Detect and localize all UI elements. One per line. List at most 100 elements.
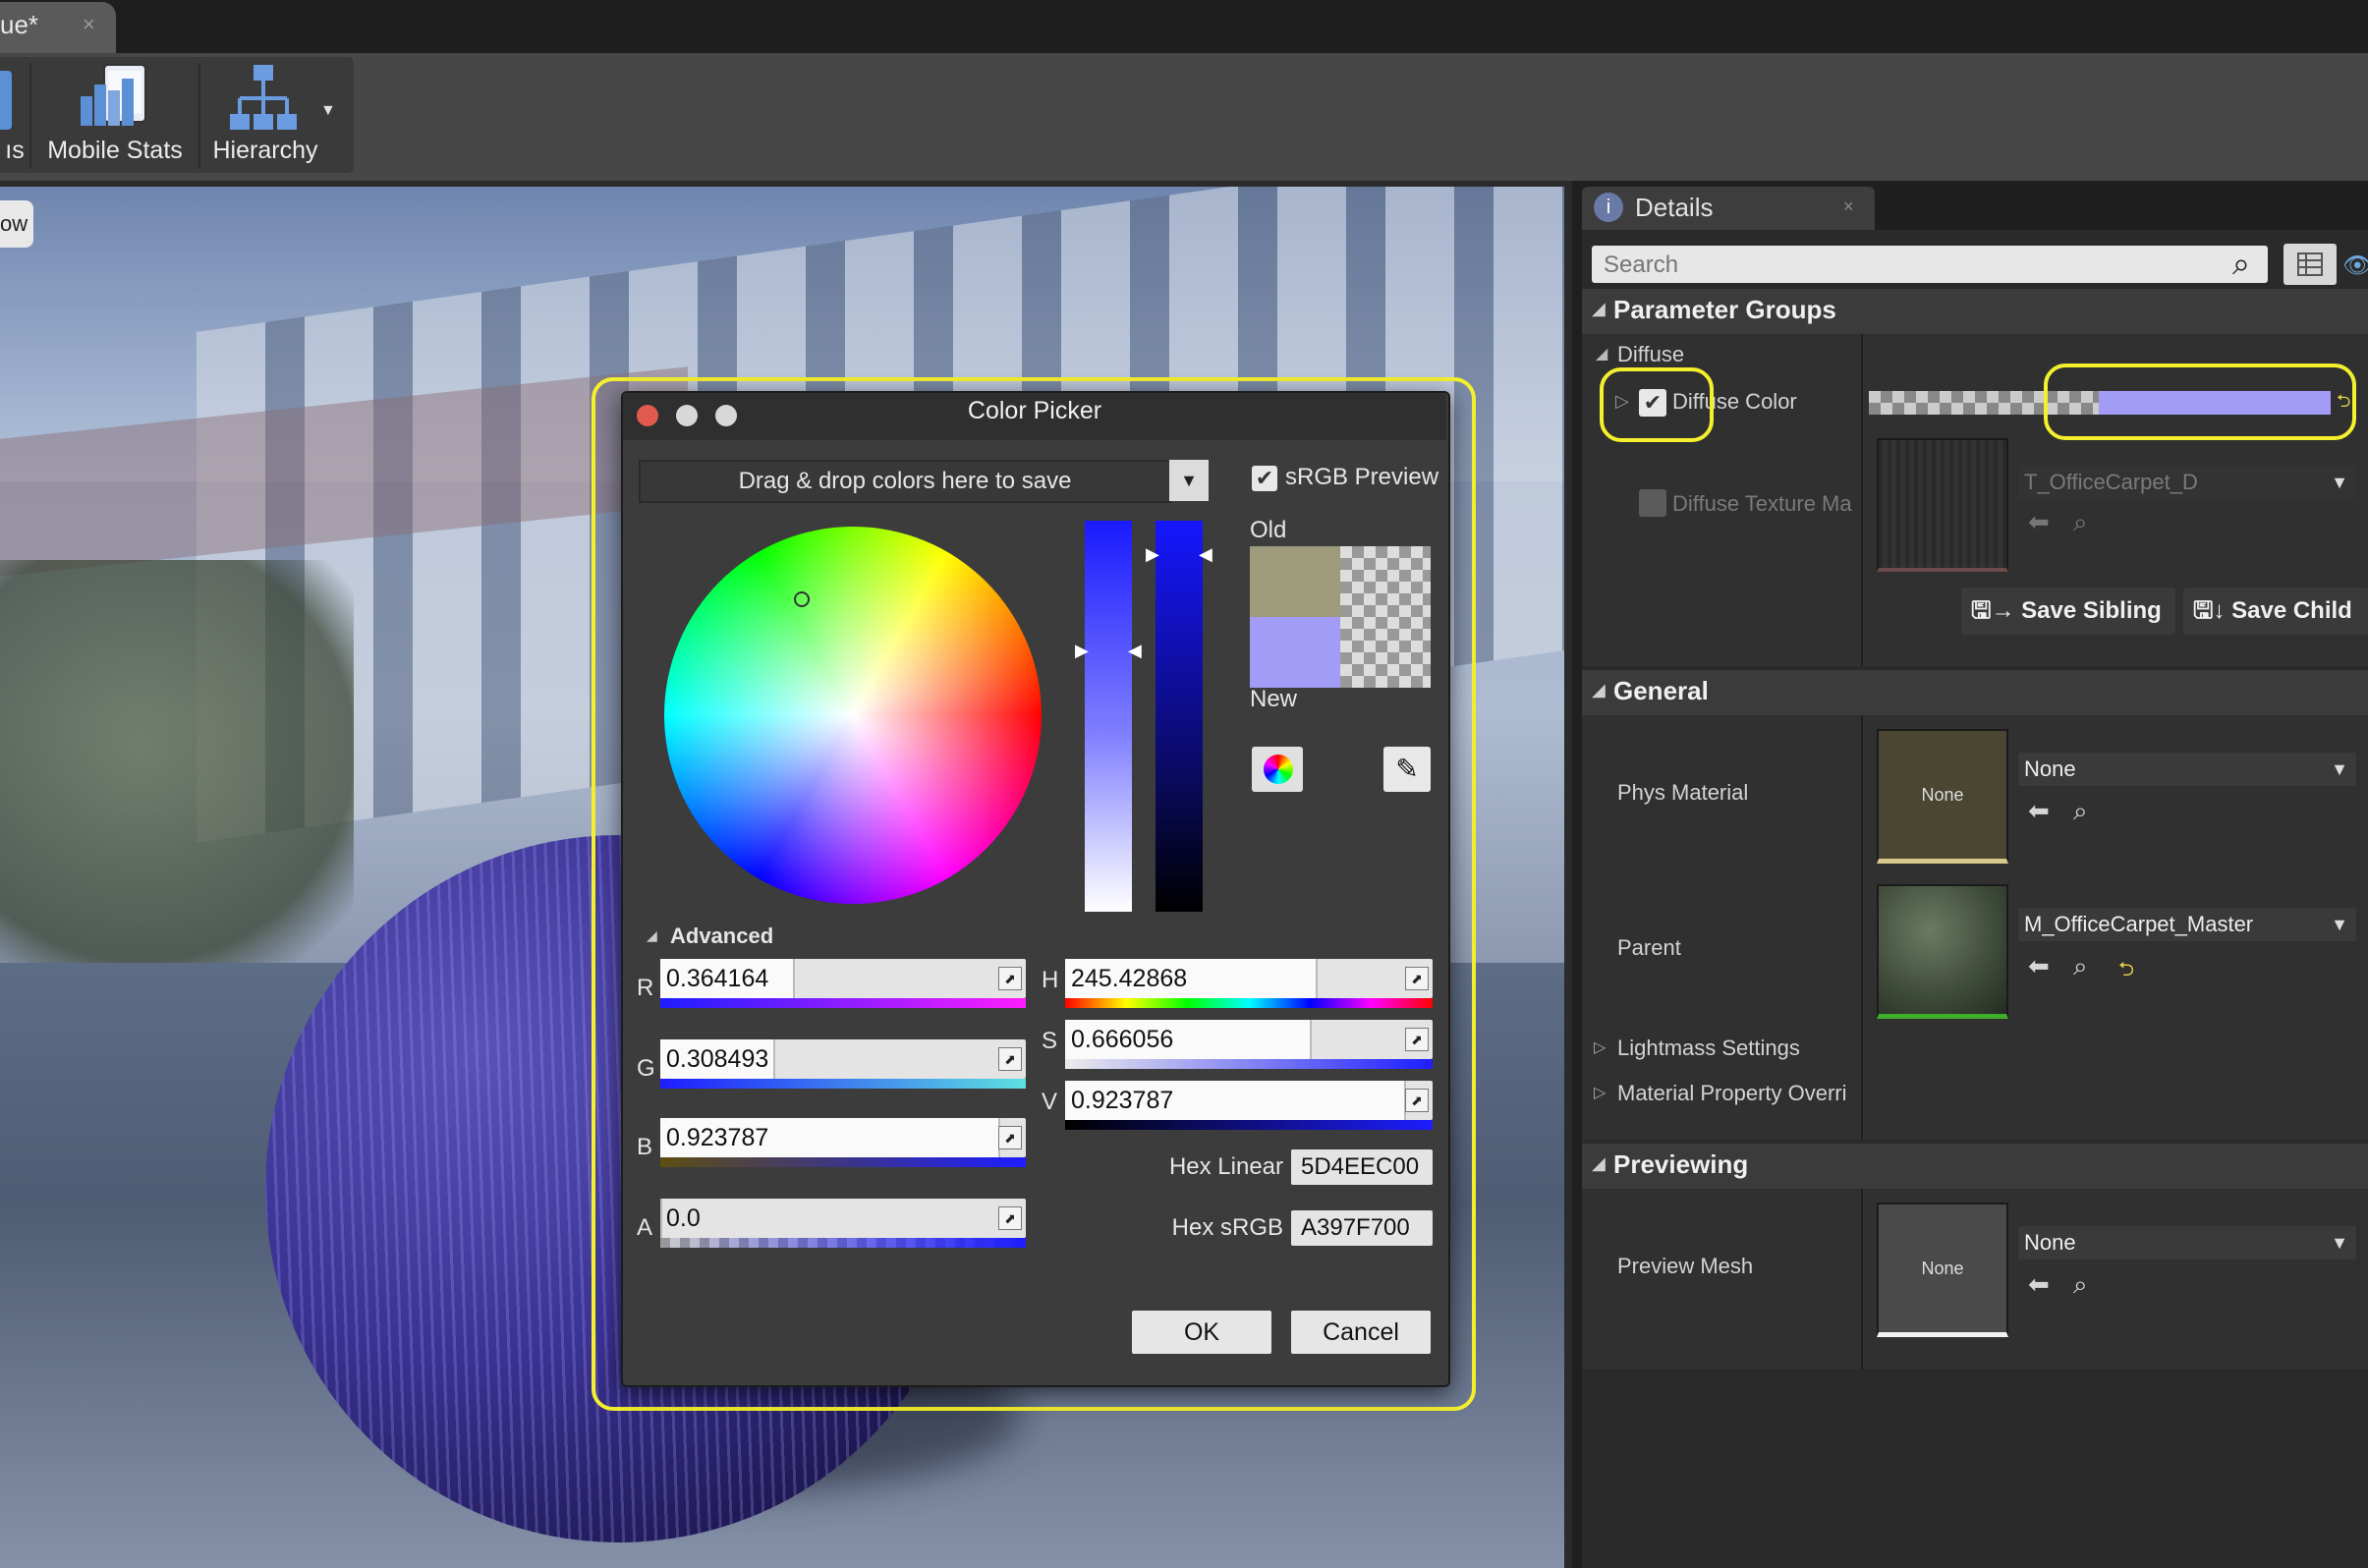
expand-arrow-icon[interactable]: ▷ xyxy=(1594,1037,1606,1057)
material-property-overrides-label[interactable]: Material Property Overri xyxy=(1617,1081,1857,1106)
use-selected-arrow-icon[interactable]: ⬅ xyxy=(2028,796,2050,826)
column-divider xyxy=(1861,1189,1863,1370)
srgb-preview-label: sRGB Preview xyxy=(1285,464,1439,490)
drag-handle-icon[interactable]: ⬈ xyxy=(1405,1028,1429,1051)
document-tab-label: ue* xyxy=(0,10,39,39)
eyedropper-button[interactable]: ✎ xyxy=(1383,747,1431,792)
hex-linear-label: Hex Linear xyxy=(1168,1153,1283,1180)
use-selected-arrow-icon[interactable]: ⬅ xyxy=(2028,1269,2050,1300)
viewport-tree xyxy=(0,560,354,1032)
cancel-button[interactable]: Cancel xyxy=(1291,1311,1431,1354)
browse-icon[interactable]: ⌕ xyxy=(2073,951,2088,982)
phys-material-thumbnail[interactable]: None xyxy=(1877,729,2008,864)
red-channel-gradient xyxy=(660,998,1026,1008)
hex-srgb-label: Hex sRGB xyxy=(1171,1214,1283,1241)
hex-srgb-value: A397F700 xyxy=(1301,1214,1410,1241)
hex-srgb-field[interactable]: A397F700 xyxy=(1291,1210,1433,1246)
parent-combo[interactable]: M_OfficeCarpet_Master ▼ xyxy=(2018,908,2356,941)
alpha-channel-field[interactable]: 0.0 ⬈ xyxy=(660,1199,1026,1238)
drag-handle-icon[interactable]: ⬈ xyxy=(1405,1089,1429,1112)
blue-channel-field[interactable]: 0.923787 ⬈ xyxy=(660,1118,1026,1157)
red-channel-value: 0.364164 xyxy=(666,965,769,992)
previewing-header[interactable]: ◢ Previewing xyxy=(1582,1144,2368,1189)
collapse-triangle-icon: ◢ xyxy=(1592,299,1606,318)
themes-dropdown-arrow-icon[interactable]: ▼ xyxy=(1169,460,1209,501)
color-wheel[interactable] xyxy=(664,527,1042,904)
preview-mesh-combo[interactable]: None ▼ xyxy=(2018,1226,2356,1260)
save-child-button[interactable]: 🖫↓ Save Child xyxy=(2183,588,2368,635)
value-channel-field[interactable]: 0.923787 ⬈ xyxy=(1065,1081,1433,1120)
value-channel-gradient xyxy=(1065,1120,1433,1130)
document-tab-close-icon[interactable]: × xyxy=(83,12,95,37)
saturation-slider-right-handle[interactable]: ◀ xyxy=(1128,641,1142,661)
drag-handle-icon[interactable]: ⬈ xyxy=(998,967,1022,990)
advanced-collapse-icon[interactable]: ◢ xyxy=(647,927,657,944)
collapse-triangle-icon: ◢ xyxy=(1592,680,1606,700)
value-slider-right-handle[interactable]: ◀ xyxy=(1199,544,1212,565)
dropdown-arrow-icon: ▼ xyxy=(2331,1233,2348,1253)
toolbar xyxy=(0,53,2368,181)
phys-material-combo[interactable]: None ▼ xyxy=(2018,753,2356,786)
save-sibling-button[interactable]: 🖫→ Save Sibling xyxy=(1961,588,2175,635)
hierarchy-dropdown-arrow-icon[interactable]: ▼ xyxy=(320,102,336,120)
srgb-preview-checkbox[interactable]: ✔ xyxy=(1252,466,1277,491)
preview-mesh-thumbnail[interactable]: None xyxy=(1877,1203,2008,1337)
parameter-groups-header[interactable]: ◢ Parameter Groups xyxy=(1582,289,2368,334)
toolbar-partial-button[interactable]: ıs xyxy=(0,61,29,169)
alpha-channel-gradient xyxy=(660,1238,1026,1248)
details-tab[interactable] xyxy=(1582,187,1875,230)
search-icon[interactable]: ⌕ xyxy=(2232,246,2250,283)
advanced-section-label[interactable]: Advanced xyxy=(670,924,773,949)
general-header[interactable]: ◢ General xyxy=(1582,670,2368,715)
color-picker-title: Color Picker xyxy=(967,397,1102,424)
hue-channel-field[interactable]: 245.42868 ⬈ xyxy=(1065,959,1433,998)
color-themes-drop-area[interactable]: Drag & drop colors here to save xyxy=(639,460,1171,503)
hierarchy-label: Hierarchy xyxy=(212,137,318,164)
hierarchy-button[interactable]: Hierarchy xyxy=(204,61,326,169)
browse-icon[interactable]: ⌕ xyxy=(2073,507,2088,538)
drag-handle-icon[interactable]: ⬈ xyxy=(998,1126,1022,1149)
saturation-slider-left-handle[interactable]: ▶ xyxy=(1075,641,1089,661)
green-channel-field[interactable]: 0.308493 ⬈ xyxy=(660,1039,1026,1079)
browse-icon[interactable]: ⌕ xyxy=(2073,1269,2088,1301)
drag-handle-icon[interactable]: ⬈ xyxy=(998,1206,1022,1230)
details-search-input[interactable] xyxy=(1602,250,2195,281)
eye-icon[interactable]: 👁 xyxy=(2342,252,2368,280)
expand-arrow-icon[interactable]: ▷ xyxy=(1594,1083,1606,1102)
browse-icon[interactable]: ⌕ xyxy=(2073,796,2088,827)
details-tab-close-icon[interactable]: × xyxy=(1843,196,1854,217)
red-channel-field[interactable]: 0.364164 ⬈ xyxy=(660,959,1026,998)
mobile-stats-button[interactable]: Mobile Stats xyxy=(35,61,195,169)
parent-label: Parent xyxy=(1617,935,1681,960)
view-options-button[interactable] xyxy=(2283,244,2337,285)
diffuse-collapse-icon[interactable]: ◢ xyxy=(1596,344,1607,364)
alpha-channel-letter: A xyxy=(637,1214,653,1241)
saturation-channel-letter: S xyxy=(1042,1028,1058,1054)
saturation-slider[interactable] xyxy=(1085,521,1132,912)
diffuse-texture-checkbox[interactable] xyxy=(1639,489,1666,517)
ok-button[interactable]: OK xyxy=(1132,1311,1271,1354)
reset-to-default-icon[interactable]: ⮌ xyxy=(2118,955,2134,988)
use-selected-arrow-icon[interactable]: ⬅ xyxy=(2028,507,2050,537)
eyedropper-icon: ✎ xyxy=(1395,754,1419,784)
hex-linear-field[interactable]: 5D4EEC00 xyxy=(1291,1149,1433,1185)
value-slider-left-handle[interactable]: ▶ xyxy=(1146,544,1159,565)
drag-handle-icon[interactable]: ⬈ xyxy=(1405,967,1429,990)
use-selected-arrow-icon[interactable]: ⬅ xyxy=(2028,951,2050,981)
diffuse-texture-label: Diffuse Texture Ma xyxy=(1672,491,1852,516)
diffuse-texture-thumbnail[interactable] xyxy=(1877,438,2008,572)
ok-label: OK xyxy=(1183,1318,1220,1346)
save-sibling-label: Save Sibling xyxy=(2021,597,2162,624)
previewing-title: Previewing xyxy=(1613,1149,1749,1179)
value-slider[interactable] xyxy=(1156,521,1203,912)
hierarchy-icon xyxy=(230,65,297,130)
lightmass-settings-label[interactable]: Lightmass Settings xyxy=(1617,1036,1800,1061)
saturation-channel-field[interactable]: 0.666056 ⬈ xyxy=(1065,1020,1433,1059)
color-wheel-selector[interactable] xyxy=(794,591,810,607)
diffuse-texture-combo[interactable]: T_OfficeCarpet_D ▼ xyxy=(2018,466,2356,499)
parent-material-thumbnail[interactable] xyxy=(1877,884,2008,1019)
drag-drop-label: Drag & drop colors here to save xyxy=(738,468,1072,494)
mobile-stats-icon xyxy=(81,64,146,126)
viewport-options-button[interactable]: ow xyxy=(0,200,33,248)
drag-handle-icon[interactable]: ⬈ xyxy=(998,1047,1022,1071)
